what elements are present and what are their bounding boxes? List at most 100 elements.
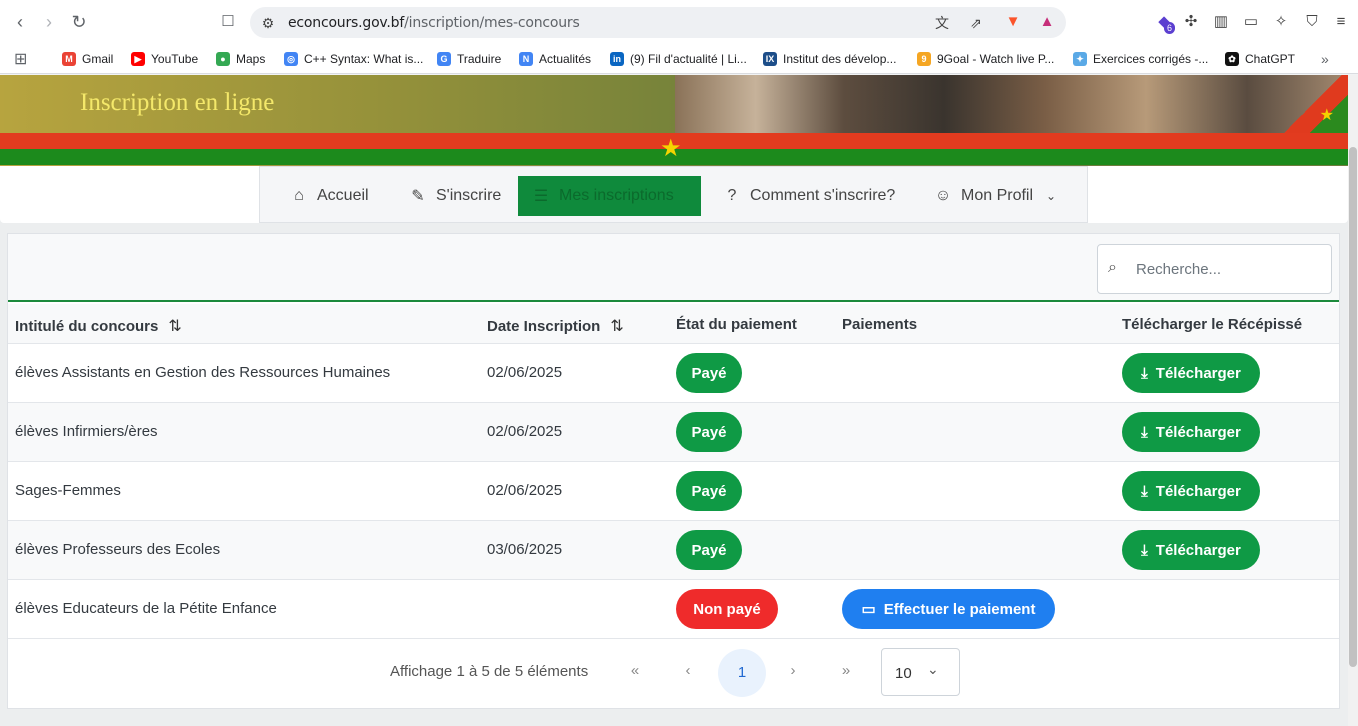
table-row: élèves Assistants en Gestion des Ressour… — [8, 344, 1339, 403]
cell-date: 02/06/2025 — [487, 364, 563, 381]
page-scrollbar[interactable] — [1348, 75, 1358, 726]
download-button[interactable]: ⤓ Télécharger — [1122, 412, 1260, 452]
nav-accueil[interactable]: ⌂ Accueil — [276, 176, 383, 216]
page-button-current[interactable]: 1 — [718, 649, 766, 697]
globe-icon: ◎ — [284, 52, 298, 66]
extensions-icon[interactable]: ✣ — [1181, 12, 1201, 32]
credit-card-icon: ▭ — [861, 601, 876, 618]
download-button[interactable]: ⤓ Télécharger — [1122, 471, 1260, 511]
linkedin-icon: in — [610, 52, 624, 66]
more-bookmarks-icon[interactable]: » — [1321, 50, 1329, 68]
news-icon: N — [519, 52, 533, 66]
nav-mon-profil[interactable]: ☺ Mon Profil ⌄ — [920, 176, 1074, 216]
leo-ai-icon[interactable]: ✧ — [1271, 12, 1291, 32]
download-button[interactable]: ⤓ Télécharger — [1122, 353, 1260, 393]
home-icon: ⌂ — [294, 187, 304, 204]
page-size-value: 10 — [895, 665, 912, 682]
wallet-icon[interactable]: ▭ — [1241, 12, 1261, 32]
bookmark-cpp-syntax[interactable]: ◎ C++ Syntax: What is... — [284, 50, 423, 68]
cell-title: élèves Infirmiers/ères — [15, 423, 158, 440]
bookmark-traduire[interactable]: G Traduire — [437, 50, 501, 68]
th-date[interactable]: Date Inscription ⇅ — [487, 316, 624, 336]
translate-bookmark-icon: G — [437, 52, 451, 66]
bookmark-institut[interactable]: IX Institut des dévelop... — [763, 50, 896, 68]
bookmark-youtube[interactable]: ▶ YouTube — [131, 50, 198, 68]
bookmark-exercices[interactable]: ✦ Exercices corrigés -... — [1073, 50, 1208, 68]
cell-date: 02/06/2025 — [487, 423, 563, 440]
first-page-icon[interactable]: « — [625, 661, 645, 681]
question-icon: ? — [727, 187, 737, 204]
forward-icon[interactable]: › — [38, 11, 60, 33]
cell-title: élèves Professeurs des Ecoles — [15, 541, 221, 558]
card-toolbar: ⌕ — [8, 234, 1339, 302]
bookmark-chatgpt[interactable]: ✿ ChatGPT — [1225, 50, 1295, 68]
ix-icon: IX — [763, 52, 777, 66]
url-text[interactable]: econcours.gov.bf/inscription/mes-concour… — [288, 15, 580, 31]
nav-sinscrire[interactable]: ✎ S'inscrire — [395, 176, 515, 216]
pagination-summary: Affichage 1 à 5 de 5 éléments — [390, 663, 589, 680]
chatgpt-icon: ✿ — [1225, 52, 1239, 66]
bookmark-linkedin[interactable]: in (9) Fil d'actualité | Li... — [610, 50, 747, 68]
cell-date: 03/06/2025 — [487, 541, 563, 558]
back-icon[interactable]: ‹ — [9, 11, 31, 33]
sidebar-icon[interactable]: ▥ — [1211, 12, 1231, 32]
banner-photo — [675, 75, 1348, 133]
th-payments: Paiements — [842, 316, 918, 333]
pencil-icon: ✎ — [411, 188, 425, 205]
menu-icon[interactable]: ≡ — [1331, 12, 1351, 32]
download-button[interactable]: ⤓ Télécharger — [1122, 530, 1260, 570]
th-title[interactable]: Intitulé du concours ⇅ — [15, 316, 182, 336]
apps-grid-icon[interactable]: ⊞ — [14, 50, 27, 68]
brave-rewards-icon[interactable]: ▲ — [1037, 12, 1057, 32]
scrollbar-thumb[interactable] — [1349, 147, 1357, 667]
flag-corner — [1278, 75, 1348, 133]
download-icon: ⤓ — [1141, 541, 1148, 559]
reload-icon[interactable]: ↻ — [68, 11, 90, 33]
page-content: Inscription en ligne ★ ★ ⌂ Accueil ✎ S'i… — [0, 75, 1348, 726]
status-badge: Payé — [676, 530, 742, 570]
bookmark-9goal[interactable]: 9 9Goal - Watch live P... — [917, 50, 1054, 68]
user-icon: ☺ — [934, 187, 952, 204]
brave-shield-icon[interactable]: ▼ — [1003, 12, 1023, 32]
main-nav: ⌂ Accueil ✎ S'inscrire ☰ Mes inscription… — [259, 166, 1088, 223]
next-page-icon[interactable]: › — [783, 661, 803, 681]
translate-icon[interactable]: 文 — [932, 13, 952, 33]
vpn-icon[interactable]: ⛉ — [1302, 12, 1322, 32]
prev-page-icon[interactable]: ‹ — [678, 661, 698, 681]
bookmark-gmail[interactable]: M Gmail — [62, 50, 113, 68]
site-info-icon[interactable]: ⚙ — [258, 13, 278, 33]
table-row: élèves Educateurs de la Pétite Enfance N… — [8, 580, 1339, 639]
maps-icon: ● — [216, 52, 230, 66]
bookmarks-bar: ⊞ M Gmail ▶ YouTube ● Maps ◎ C++ Syntax: Wha… — [0, 44, 1358, 74]
extension-badge-count: 6 — [1164, 22, 1176, 34]
last-page-icon[interactable]: » — [836, 661, 856, 681]
nav-comment-sinscrire[interactable]: ? Comment s'inscrire? — [709, 176, 909, 216]
table-row: Sages-Femmes 02/06/2025 Payé ⤓ Télécharge… — [8, 462, 1339, 521]
bookmark-maps[interactable]: ● Maps — [216, 50, 265, 68]
bookmark-actualites[interactable]: N Actualités — [519, 50, 591, 68]
status-badge: Non payé — [676, 589, 778, 629]
table-row: élèves Professeurs des Ecoles 03/06/2025… — [8, 521, 1339, 580]
chevron-down-icon: ⌄ — [927, 661, 939, 677]
cell-title: élèves Educateurs de la Pétite Enfance — [15, 600, 277, 617]
sort-icon[interactable]: ⇅ — [610, 316, 623, 336]
nav-mes-inscriptions[interactable]: ☰ Mes inscriptions — [518, 176, 701, 216]
browser-toolbar: ‹ › ↻ ☐ ⚙ econcours.gov.bf/inscription/m… — [0, 0, 1358, 44]
gmail-icon: M — [62, 52, 76, 66]
cell-title: Sages-Femmes — [15, 482, 121, 499]
share-icon[interactable]: ⇗ — [966, 13, 986, 33]
cell-date: 02/06/2025 — [487, 482, 563, 499]
inscriptions-card: ⌕ Intitulé du concours⇅ Date Inscription… — [7, 233, 1340, 709]
search-input[interactable] — [1136, 257, 1321, 281]
main-nav-wrapper: ⌂ Accueil ✎ S'inscrire ☰ Mes inscription… — [0, 166, 1348, 223]
address-bar[interactable]: ⚙ econcours.gov.bf/inscription/mes-conco… — [250, 7, 1066, 38]
ball-icon: 9 — [917, 52, 931, 66]
pay-button[interactable]: ▭ Effectuer le paiement — [842, 589, 1055, 629]
bookmark-icon[interactable]: ☐ — [217, 11, 239, 33]
list-icon: ☰ — [533, 188, 549, 205]
extension-badge-icon[interactable]: ◆ 6 — [1154, 12, 1176, 34]
page-size-select[interactable]: 10 ⌄ — [881, 648, 960, 696]
sort-icon[interactable]: ⇅ — [168, 316, 181, 336]
download-icon: ⤓ — [1141, 423, 1148, 441]
search-box[interactable]: ⌕ — [1097, 244, 1332, 294]
